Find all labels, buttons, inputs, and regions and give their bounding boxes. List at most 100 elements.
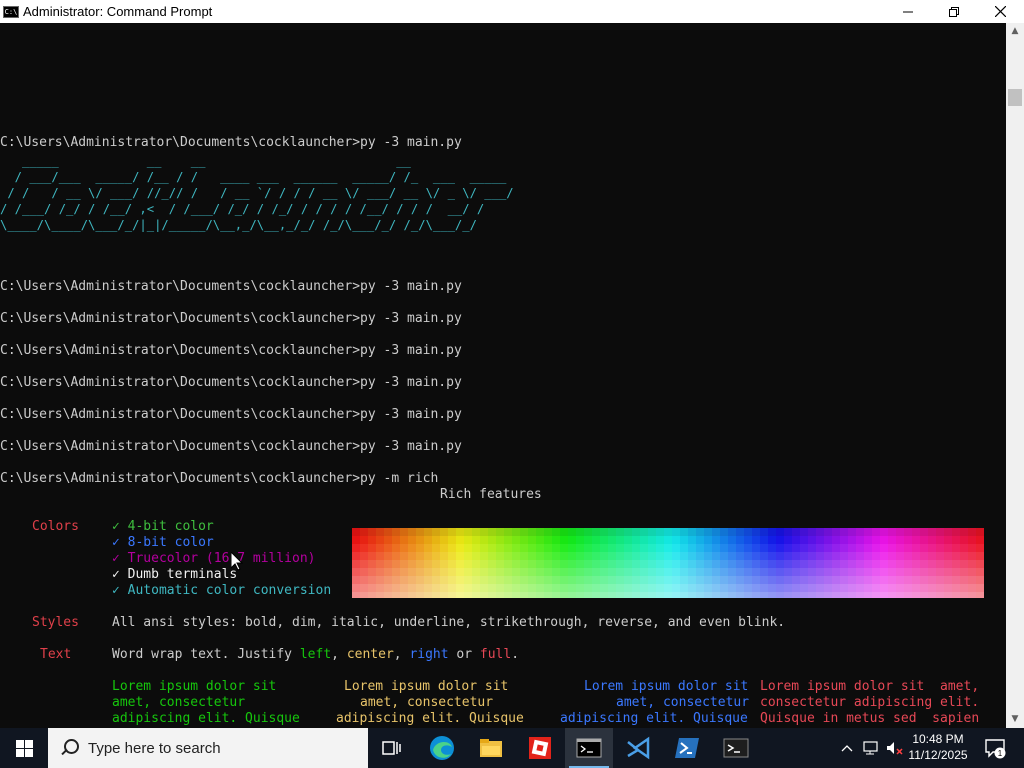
spectrum-cell xyxy=(528,528,536,536)
vertical-scrollbar[interactable]: ▲ ▼ xyxy=(1006,23,1024,728)
spectrum-cell xyxy=(920,552,928,560)
prompt-line: C:\Users\Administrator\Documents\cocklau… xyxy=(0,375,462,390)
spectrum-cell xyxy=(600,552,608,560)
spectrum-cell xyxy=(368,576,376,584)
spectrum-cell xyxy=(664,528,672,536)
spectrum-cell xyxy=(808,536,816,544)
action-center-button[interactable]: 1 xyxy=(980,728,1010,768)
spectrum-cell xyxy=(504,560,512,568)
spectrum-cell xyxy=(944,544,952,552)
spectrum-cell xyxy=(656,560,664,568)
restore-icon xyxy=(949,6,959,17)
spectrum-cell xyxy=(776,592,784,598)
spectrum-cell xyxy=(936,528,944,536)
spectrum-cell xyxy=(728,584,736,592)
spectrum-cell xyxy=(640,560,648,568)
spectrum-cell xyxy=(576,568,584,576)
spectrum-cell xyxy=(616,560,624,568)
spectrum-cell xyxy=(600,560,608,568)
command-prompt-taskbar-button[interactable] xyxy=(565,728,613,768)
spectrum-cell xyxy=(896,536,904,544)
task-view-button[interactable] xyxy=(368,728,416,768)
console-output[interactable]: C:\Users\Administrator\Documents\cocklau… xyxy=(0,23,1006,728)
spectrum-cell xyxy=(888,560,896,568)
spectrum-cell xyxy=(744,560,752,568)
spectrum-cell xyxy=(448,584,456,592)
vscode-button[interactable] xyxy=(614,728,662,768)
spectrum-cell xyxy=(976,576,984,584)
spectrum-cell xyxy=(448,528,456,536)
volume-tray-button[interactable] xyxy=(884,728,906,768)
spectrum-cell xyxy=(584,536,592,544)
spectrum-cell xyxy=(656,568,664,576)
window-titlebar[interactable]: C:\ Administrator: Command Prompt xyxy=(0,0,1024,23)
spectrum-cell xyxy=(624,552,632,560)
spectrum-cell xyxy=(976,560,984,568)
scrollbar-thumb[interactable] xyxy=(1008,89,1022,106)
start-button[interactable] xyxy=(0,728,48,768)
minimize-button[interactable] xyxy=(885,0,931,23)
spectrum-cell xyxy=(928,560,936,568)
spectrum-cell xyxy=(944,592,952,598)
spectrum-cell xyxy=(440,576,448,584)
justify-full-word: full xyxy=(479,647,512,662)
spectrum-cell xyxy=(696,536,704,544)
taskbar-clock[interactable]: 10:48 PM 11/12/2025 xyxy=(906,731,970,763)
spectrum-cell xyxy=(976,592,984,598)
scroll-down-arrow-icon[interactable]: ▼ xyxy=(1006,711,1024,728)
rich-features-title: Rich features xyxy=(440,487,542,502)
spectrum-cell xyxy=(456,576,464,584)
spectrum-cell xyxy=(384,592,392,598)
text-label: Text xyxy=(40,647,72,662)
restore-button[interactable] xyxy=(931,0,977,23)
spectrum-cell xyxy=(584,552,592,560)
spectrum-cell xyxy=(704,536,712,544)
spectrum-cell xyxy=(848,568,856,576)
scroll-up-arrow-icon[interactable]: ▲ xyxy=(1006,23,1024,40)
spectrum-cell xyxy=(840,536,848,544)
terminal-button[interactable] xyxy=(712,728,760,768)
spectrum-cell xyxy=(592,568,600,576)
file-explorer-button[interactable] xyxy=(467,728,515,768)
spectrum-cell xyxy=(624,584,632,592)
spectrum-cell xyxy=(944,528,952,536)
spectrum-cell xyxy=(512,528,520,536)
roblox-button[interactable] xyxy=(516,728,564,768)
network-tray-button[interactable] xyxy=(860,728,882,768)
spectrum-cell xyxy=(400,584,408,592)
spectrum-cell xyxy=(960,528,968,536)
powershell-button[interactable] xyxy=(663,728,711,768)
spectrum-cell xyxy=(616,568,624,576)
close-button[interactable] xyxy=(977,0,1023,23)
spectrum-cell xyxy=(352,544,360,552)
spectrum-cell xyxy=(472,536,480,544)
edge-taskbar-button[interactable] xyxy=(418,728,466,768)
spectrum-cell xyxy=(864,592,872,598)
spectrum-cell xyxy=(672,528,680,536)
show-hidden-icons-button[interactable] xyxy=(838,728,856,768)
spectrum-cell xyxy=(672,536,680,544)
taskbar-search-box[interactable]: Type here to search xyxy=(48,728,368,768)
justify-left-word: left xyxy=(299,647,332,662)
spectrum-cell xyxy=(520,592,528,598)
spectrum-cell xyxy=(840,568,848,576)
spectrum-cell xyxy=(736,592,744,598)
spectrum-cell xyxy=(944,584,952,592)
spectrum-cell xyxy=(848,560,856,568)
spectrum-cell xyxy=(440,544,448,552)
spectrum-cell xyxy=(456,528,464,536)
spectrum-cell xyxy=(488,592,496,598)
spectrum-cell xyxy=(784,544,792,552)
spectrum-cell xyxy=(848,552,856,560)
spectrum-cell xyxy=(480,592,488,598)
spectrum-cell xyxy=(536,544,544,552)
spectrum-cell xyxy=(880,592,888,598)
spectrum-cell xyxy=(784,536,792,544)
spectrum-cell xyxy=(832,592,840,598)
spectrum-cell xyxy=(896,528,904,536)
spectrum-cell xyxy=(488,584,496,592)
spectrum-cell xyxy=(872,584,880,592)
spectrum-cell xyxy=(816,576,824,584)
volume-muted-icon xyxy=(887,742,903,755)
spectrum-cell xyxy=(720,584,728,592)
